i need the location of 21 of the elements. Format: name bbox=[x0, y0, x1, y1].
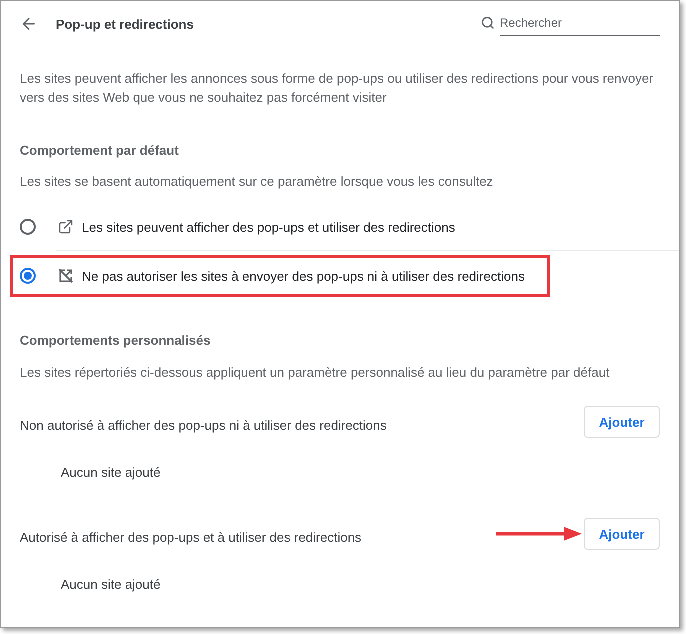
add-button[interactable]: Ajouter bbox=[584, 406, 660, 438]
crossed-external-link-icon bbox=[58, 268, 74, 284]
search-field[interactable]: Rechercher bbox=[500, 10, 660, 36]
section-subtitle: Les sites se basent automatiquement sur ce paramètre lorsque vous les consultez bbox=[20, 173, 494, 191]
section-subtitle: Les sites répertoriés ci-dessous appliquent un paramètre personnalisé au lieu du paramètre par défaut bbox=[20, 364, 611, 382]
page-title: Pop-up et redirections bbox=[56, 16, 195, 32]
radio-button[interactable] bbox=[20, 219, 36, 235]
list-label: Non autorisé à afficher des pop-ups ni à utiliser des redirections bbox=[20, 418, 388, 432]
description-text: Les sites peuvent afficher les annonces sous forme de pop-ups ou utiliser des redirections pour vous renvoyer vers des sites Web que vous ne souhaitez pas forcément visiter bbox=[20, 70, 655, 107]
section-heading: Comportement par défaut bbox=[20, 142, 180, 160]
back-button[interactable] bbox=[20, 15, 38, 33]
search-icon bbox=[481, 16, 495, 30]
radio-button[interactable] bbox=[20, 268, 36, 284]
list-label: Autorisé à afficher des pop-ups et à utiliser des redirections bbox=[20, 530, 363, 544]
section-heading: Comportements personnalisés bbox=[20, 332, 212, 350]
empty-list-text: Aucun site ajouté bbox=[61, 464, 161, 480]
external-link-icon bbox=[58, 219, 74, 235]
option-label: Ne pas autoriser les sites à envoyer des pop-ups ni à utiliser des redirections bbox=[82, 268, 525, 284]
add-button[interactable]: Ajouter bbox=[584, 518, 660, 550]
option-label: Les sites peuvent afficher des pop-ups et utiliser des redirections bbox=[82, 220, 456, 234]
empty-list-text: Aucun site ajouté bbox=[61, 576, 161, 592]
